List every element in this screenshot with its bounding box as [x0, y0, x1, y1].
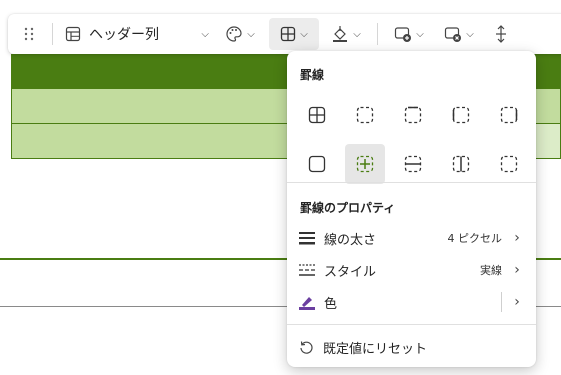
table-icon	[65, 26, 81, 42]
borders-panel: 罫線 罫線のプロパティ 線の太さ 4 ピクセル › スタイル 実線 › 色 › …	[287, 51, 536, 367]
toolbar-divider	[377, 23, 378, 45]
outside-borders-icon	[308, 155, 326, 173]
split-divider	[501, 292, 502, 312]
palette-icon	[226, 26, 242, 42]
cell-fill-dropdown[interactable]: ⌵	[323, 18, 369, 50]
no-borders-option[interactable]	[345, 95, 385, 135]
inside-horizontal-border-icon	[404, 155, 422, 173]
borders-section-title: 罫線	[300, 68, 325, 82]
borders-dropdown[interactable]: ⌵	[269, 18, 319, 50]
chevron-down-icon: ⌵	[353, 28, 361, 40]
top-border-option[interactable]	[393, 95, 433, 135]
border-properties-title: 罫線のプロパティ	[300, 201, 396, 215]
left-border-icon	[452, 106, 470, 124]
insert-cell-icon	[395, 27, 412, 42]
no-border-icon	[356, 106, 374, 124]
chevron-right-icon[interactable]: ›	[510, 294, 524, 310]
header-column-label: ヘッダー列	[89, 27, 159, 43]
right-border-option[interactable]	[489, 95, 529, 135]
delete-dropdown[interactable]: ⌵	[436, 18, 482, 50]
paint-bucket-icon	[333, 26, 348, 42]
inside-horizontal-option[interactable]	[393, 144, 433, 184]
all-borders-icon	[308, 106, 326, 124]
style-label: スタイル	[324, 264, 377, 280]
vertical-resize-icon	[496, 25, 506, 43]
toolbar-divider	[52, 23, 53, 45]
table-toolbar: ヘッダー列 ⌵ ⌵ ⌵ ⌵ ⌵ ⌵	[8, 14, 561, 54]
chevron-down-icon: ⌵	[416, 28, 424, 40]
section-separator	[287, 324, 536, 325]
color-menu-item[interactable]: 色 ›	[299, 286, 524, 318]
line-width-value: 4 ピクセル	[447, 232, 503, 245]
insert-dropdown[interactable]: ⌵	[386, 18, 432, 50]
pen-color-icon	[299, 297, 315, 310]
line-weight-icon	[299, 232, 315, 245]
chevron-down-icon: ⌵	[247, 28, 255, 40]
all-borders-option[interactable]	[297, 95, 337, 135]
all-borders-icon	[281, 26, 296, 42]
chevron-right-icon: ›	[514, 262, 520, 278]
reset-menu-item[interactable]: 既定値にリセット	[299, 331, 524, 363]
drag-handle-icon	[24, 27, 34, 41]
outside-borders-option[interactable]	[297, 144, 337, 184]
row-height-button[interactable]	[488, 18, 514, 50]
chevron-down-icon: ⌵	[300, 28, 308, 40]
shading-dropdown[interactable]: ⌵	[217, 18, 263, 50]
chevron-down-icon: ⌵	[466, 28, 474, 40]
word-document-canvas: ヘッダー列 ⌵ ⌵ ⌵ ⌵ ⌵ ⌵ 罫線 罫線のプロパティ 線の太さ 4 ピクセ…	[0, 0, 561, 375]
border-options-grid	[297, 95, 529, 184]
reset-icon	[300, 340, 313, 354]
inside-vertical-option[interactable]	[441, 144, 481, 184]
left-border-option[interactable]	[441, 95, 481, 135]
color-label: 色	[324, 296, 338, 312]
section-separator	[287, 182, 536, 183]
style-menu-item[interactable]: スタイル 実線 ›	[299, 254, 524, 286]
style-value: 実線	[480, 264, 502, 277]
delete-cell-icon	[445, 27, 462, 42]
top-border-icon	[404, 106, 422, 124]
line-style-icon	[299, 264, 315, 276]
reset-label: 既定値にリセット	[323, 341, 428, 357]
inside-borders-icon	[356, 155, 374, 173]
chevron-right-icon: ›	[514, 230, 520, 246]
inside-vertical-border-icon	[452, 155, 470, 173]
bottom-border-option[interactable]	[489, 144, 529, 184]
drag-handle[interactable]	[14, 18, 44, 50]
chevron-down-icon: ⌵	[201, 28, 209, 40]
dashed-border-icon	[500, 155, 518, 173]
header-column-dropdown[interactable]: ヘッダー列 ⌵	[61, 18, 209, 50]
line-width-label: 線の太さ	[324, 232, 377, 248]
right-border-icon	[500, 106, 518, 124]
inside-borders-option[interactable]	[345, 144, 385, 184]
table-cell[interactable]	[535, 124, 560, 158]
line-width-menu-item[interactable]: 線の太さ 4 ピクセル ›	[299, 222, 524, 254]
